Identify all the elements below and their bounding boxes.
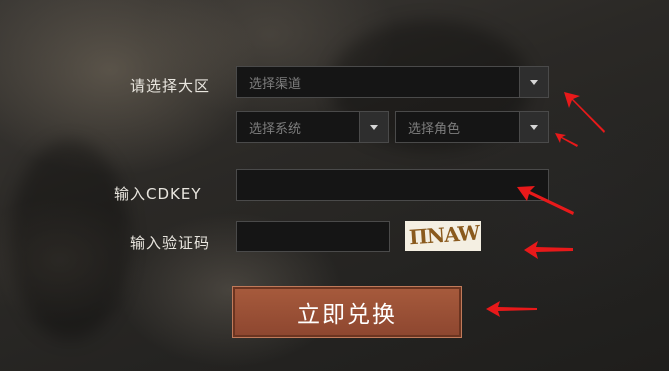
system-select[interactable]: 选择系统 [236, 111, 389, 143]
chevron-down-icon[interactable] [519, 111, 549, 143]
region-label: 请选择大区 [130, 77, 211, 95]
role-select[interactable]: 选择角色 [395, 111, 549, 143]
captcha-image-text: ПNAW [408, 221, 480, 250]
annotation-arrow-icon [517, 186, 574, 215]
chevron-down-icon[interactable] [359, 111, 389, 143]
role-select-placeholder: 选择角色 [408, 121, 461, 137]
captcha-label: 输入验证码 [130, 234, 211, 252]
captcha-input[interactable] [236, 221, 390, 252]
annotation-arrow-icon [524, 241, 573, 259]
annotation-arrow-icon [564, 92, 605, 133]
system-select-placeholder: 选择系统 [249, 121, 302, 137]
cdkey-redeem-panel: 请选择大区 选择渠道 选择系统 选择角色 输入CDKEY 输入验证码 ПNAW … [0, 0, 669, 371]
cdkey-input[interactable] [236, 169, 549, 201]
background-shadow [10, 140, 130, 340]
annotation-arrow-icon [555, 133, 578, 147]
annotation-arrow-icon [486, 301, 537, 317]
channel-select[interactable]: 选择渠道 [236, 66, 549, 98]
chevron-down-icon[interactable] [519, 66, 549, 98]
redeem-button[interactable]: 立即兑换 [232, 286, 462, 338]
cdkey-label: 输入CDKEY [114, 185, 202, 203]
channel-select-placeholder: 选择渠道 [249, 76, 302, 92]
captcha-image[interactable]: ПNAW [405, 221, 481, 251]
